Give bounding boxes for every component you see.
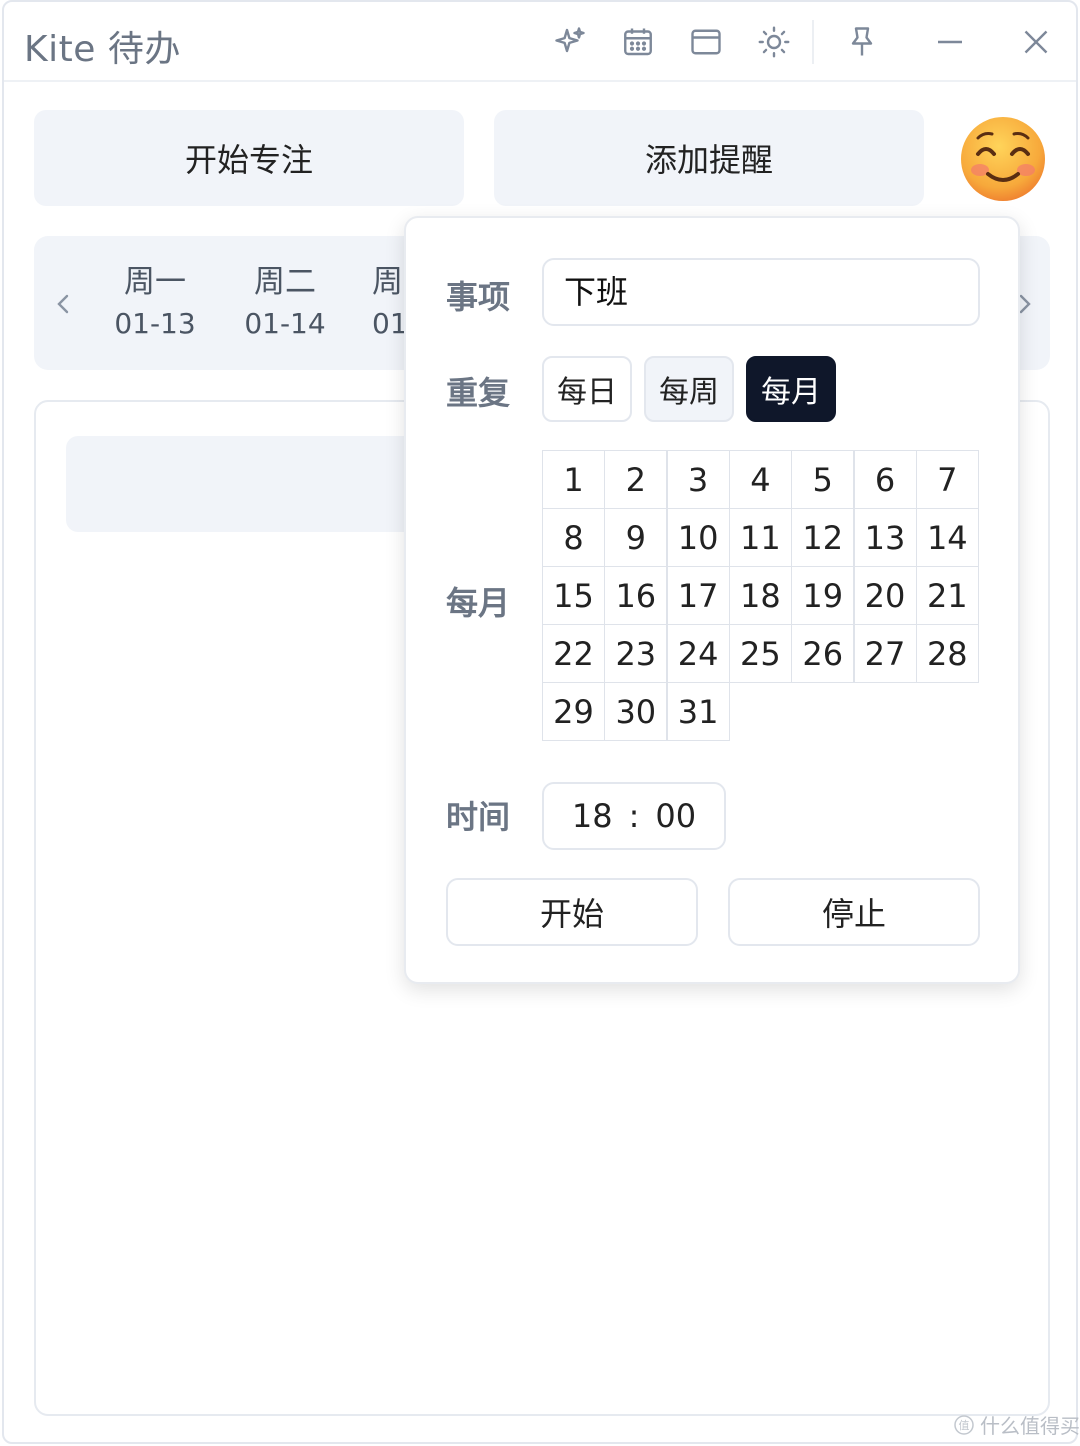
- month-day-cell[interactable]: 9: [604, 508, 668, 567]
- repeat-daily-button[interactable]: 每日: [542, 356, 632, 422]
- month-day-cell[interactable]: 27: [853, 624, 917, 683]
- month-day-cell[interactable]: 19: [791, 566, 855, 625]
- month-day-cell[interactable]: 21: [915, 566, 979, 625]
- app-window: Kite 待办 开始专注 添加提醒 周一 01-13 周二 01-14 周 01…: [2, 0, 1078, 1444]
- time-label: 时间: [446, 798, 511, 836]
- pin-icon[interactable]: [842, 22, 882, 62]
- month-day-cell[interactable]: 26: [791, 624, 855, 683]
- month-day-cell[interactable]: 23: [604, 624, 668, 683]
- chevron-left-icon[interactable]: [48, 284, 78, 324]
- week-day-mon[interactable]: 周一 01-13: [100, 262, 210, 346]
- watermark-text: 什么值得买: [980, 1414, 1080, 1438]
- start-focus-button[interactable]: 开始专注: [34, 110, 464, 206]
- title-bar[interactable]: Kite 待办: [4, 2, 1076, 82]
- month-day-cell[interactable]: 24: [666, 624, 730, 683]
- svg-text:值: 值: [959, 1419, 970, 1432]
- item-label: 事项: [446, 278, 511, 316]
- start-button[interactable]: 开始: [446, 878, 698, 946]
- month-day-cell[interactable]: 2: [604, 450, 668, 509]
- minimize-icon[interactable]: [930, 22, 970, 62]
- time-picker[interactable]: 18 : 00: [542, 782, 726, 850]
- month-day-cell[interactable]: 31: [666, 682, 730, 741]
- month-day-cell[interactable]: 30: [604, 682, 668, 741]
- time-hour[interactable]: 18: [572, 797, 613, 835]
- close-icon[interactable]: [1016, 22, 1056, 62]
- monthly-label: 每月: [446, 584, 511, 622]
- month-day-cell[interactable]: 7: [915, 450, 979, 509]
- month-day-cell[interactable]: 6: [853, 450, 917, 509]
- month-day-cell[interactable]: 10: [666, 508, 730, 567]
- sun-icon[interactable]: [754, 22, 794, 62]
- sparkle-icon[interactable]: [550, 22, 590, 62]
- watermark-logo-icon: 值: [954, 1414, 974, 1435]
- month-day-cell[interactable]: 8: [542, 508, 605, 567]
- day-name: 周二: [254, 264, 316, 300]
- month-day-cell[interactable]: 3: [666, 450, 730, 509]
- month-day-cell[interactable]: 12: [791, 508, 855, 567]
- month-day-cell[interactable]: 20: [853, 566, 917, 625]
- reminder-popup: 事项 下班 重复 每日 每周 每月 每月 1 2 3 4 5 6 7 8 9 10 11 12 13 14…: [404, 216, 1020, 984]
- day-name: 周一: [124, 264, 186, 300]
- month-day-cell[interactable]: 28: [915, 624, 979, 683]
- month-day-cell[interactable]: 16: [604, 566, 668, 625]
- month-day-cell[interactable]: 18: [728, 566, 792, 625]
- week-day-tue[interactable]: 周二 01-14: [230, 262, 340, 346]
- day-date: 01-14: [244, 307, 326, 340]
- titlebar-separator: [812, 20, 814, 64]
- stop-button[interactable]: 停止: [728, 878, 980, 946]
- month-day-cell[interactable]: 29: [542, 682, 605, 741]
- repeat-weekly-button[interactable]: 每周: [644, 356, 734, 422]
- window-icon[interactable]: [686, 22, 726, 62]
- item-input[interactable]: 下班: [542, 258, 980, 326]
- time-minute[interactable]: 00: [655, 797, 696, 835]
- month-day-cell[interactable]: 15: [542, 566, 605, 625]
- emoji-avatar[interactable]: [960, 116, 1046, 202]
- month-day-cell[interactable]: 14: [915, 508, 979, 567]
- add-reminder-button[interactable]: 添加提醒: [494, 110, 924, 206]
- app-title: Kite 待办: [24, 29, 181, 70]
- month-day-cell[interactable]: 1: [542, 450, 605, 509]
- month-day-cell[interactable]: 25: [728, 624, 792, 683]
- calendar-icon[interactable]: [618, 22, 658, 62]
- day-date: 01-13: [114, 307, 196, 340]
- watermark: 值 什么值得买: [954, 1410, 1080, 1439]
- month-day-cell[interactable]: 17: [666, 566, 730, 625]
- month-day-cell[interactable]: 13: [853, 508, 917, 567]
- month-day-cell[interactable]: 4: [728, 450, 792, 509]
- month-day-cell[interactable]: 22: [542, 624, 605, 683]
- month-day-cell[interactable]: 5: [791, 450, 855, 509]
- repeat-label: 重复: [446, 374, 511, 412]
- month-day-cell[interactable]: 11: [728, 508, 792, 567]
- repeat-monthly-button[interactable]: 每月: [746, 356, 836, 422]
- time-separator: :: [628, 797, 640, 835]
